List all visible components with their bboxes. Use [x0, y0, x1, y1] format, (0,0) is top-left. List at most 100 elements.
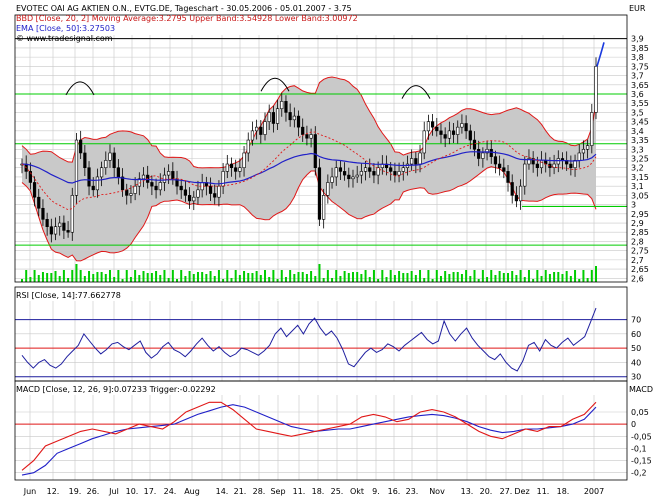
- band-fill: [22, 77, 596, 261]
- x-tick-label: Nov: [429, 487, 445, 496]
- volume-bar: [176, 279, 179, 282]
- x-tick-label: 24.: [164, 487, 177, 496]
- x-tick-label: 10.: [126, 487, 139, 496]
- candle-body: [359, 171, 363, 176]
- volume-bar: [75, 264, 78, 282]
- volume-bar: [427, 270, 430, 282]
- volume-bar: [310, 271, 313, 282]
- x-tick-label: 14.: [216, 487, 229, 496]
- candle-body: [317, 167, 322, 220]
- candle-body: [506, 171, 510, 183]
- volume-bar: [318, 264, 321, 282]
- macd-tick-label: 0: [631, 420, 636, 429]
- volume-bar: [41, 272, 44, 282]
- volume-bar: [368, 277, 371, 282]
- volume-bar: [297, 272, 300, 282]
- volume-bar: [339, 276, 342, 282]
- price-tick-label: 3,6: [631, 90, 644, 99]
- volume-bar: [62, 270, 65, 282]
- volume-bar: [222, 279, 225, 282]
- volume-bar: [100, 272, 103, 282]
- volume-bars: [21, 264, 597, 282]
- candle-body: [158, 182, 162, 191]
- volume-bar: [272, 270, 275, 282]
- price-tick-label: 3,15: [631, 173, 649, 182]
- volume-bar: [138, 275, 141, 282]
- candle-body: [129, 193, 133, 196]
- candle-body: [514, 195, 518, 202]
- price-tick-label: 2,7: [631, 256, 644, 265]
- volume-bar: [331, 278, 334, 282]
- rsi-tick-label: 40: [631, 358, 641, 367]
- volume-bar: [159, 275, 162, 282]
- price-tick-label: 2,6: [631, 274, 644, 283]
- volume-bar: [184, 276, 187, 282]
- pattern-arc: [65, 81, 95, 96]
- candle-body: [586, 145, 590, 150]
- candle-body: [150, 182, 154, 187]
- candle-body: [305, 134, 309, 139]
- volume-bar: [196, 272, 199, 282]
- x-tick-label: 18.: [312, 487, 325, 496]
- volume-bar: [544, 270, 547, 282]
- volume-bar: [117, 270, 120, 282]
- macd-axis-label: MACD: [629, 385, 653, 394]
- candle-body: [502, 167, 506, 172]
- candle-body: [183, 189, 188, 196]
- volume-bar: [289, 270, 292, 282]
- price-tick-label: 2,8: [631, 237, 644, 246]
- volume-bar: [452, 272, 455, 282]
- candle-body: [322, 195, 326, 220]
- volume-bar: [121, 279, 124, 282]
- price-tick-label: 3,5: [631, 108, 644, 117]
- rsi-tick-label: 60: [631, 330, 641, 339]
- candle-body: [238, 167, 242, 172]
- volume-bar: [276, 279, 279, 282]
- candle-body: [104, 160, 108, 169]
- rsi-panel: [15, 307, 627, 378]
- candle-body: [376, 167, 380, 176]
- volume-bar: [456, 272, 459, 282]
- candle-body: [539, 160, 544, 169]
- price-tick-label: 3,25: [631, 155, 649, 164]
- rsi-tick-label: 50: [631, 344, 641, 353]
- volume-bar: [46, 273, 49, 282]
- volume-bar: [108, 270, 111, 282]
- x-tick-label: 11.: [293, 487, 306, 496]
- bollinger-bands: [21, 76, 597, 262]
- candle-body: [355, 174, 359, 178]
- volume-bar: [515, 275, 518, 282]
- candle-body: [410, 158, 414, 165]
- candle-body: [179, 185, 183, 191]
- volume-bar: [301, 272, 304, 282]
- currency-label: EUR: [629, 4, 646, 13]
- candle-body: [83, 152, 87, 169]
- candle-body: [288, 112, 292, 121]
- candle-body: [330, 176, 334, 183]
- candle-body: [45, 219, 49, 228]
- volume-bar: [96, 272, 99, 282]
- candle-body: [523, 163, 527, 187]
- x-tick-label: 26.: [87, 487, 100, 496]
- price-tick-label: 3,4: [631, 127, 644, 136]
- macd-line: [21, 404, 597, 476]
- volume-bar: [469, 276, 472, 282]
- candle-body: [468, 130, 472, 141]
- macd-legend: MACD [Close, 12, 26, 9]:0.07233 Trigger:…: [16, 385, 216, 394]
- candle-body: [167, 171, 171, 176]
- x-tick-label: 20.: [480, 487, 493, 496]
- volume-bar: [507, 273, 510, 282]
- rsi-tick-label: 30: [631, 373, 641, 382]
- volume-bar: [146, 273, 149, 282]
- volume-bar: [532, 279, 535, 282]
- candle-body: [70, 195, 74, 233]
- volume-bar: [448, 274, 451, 282]
- volume-bar: [209, 271, 212, 282]
- candle-body: [263, 121, 267, 135]
- candle-body: [481, 152, 485, 159]
- volume-bar: [142, 271, 145, 282]
- candle-body: [41, 207, 45, 220]
- candle-body: [125, 189, 129, 196]
- volume-bar: [498, 271, 501, 282]
- candle-body: [439, 130, 443, 135]
